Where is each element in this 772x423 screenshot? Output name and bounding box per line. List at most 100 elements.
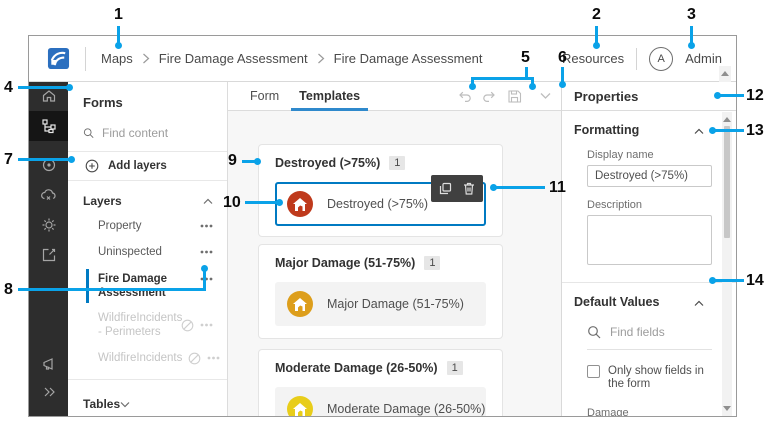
callout-number: 13: [746, 122, 764, 140]
tab-form[interactable]: Form: [240, 82, 289, 111]
layer-label: WildfireIncidents - Perimeters: [98, 311, 170, 339]
offline-icon[interactable]: [29, 181, 68, 209]
callout-number: 14: [746, 272, 764, 290]
template-label: Destroyed (>75%): [327, 197, 428, 211]
duplicate-icon[interactable]: [439, 182, 452, 195]
redo-icon[interactable]: [481, 88, 497, 104]
callout-number: 10: [223, 194, 241, 212]
default-values-section-header[interactable]: Default Values: [562, 283, 736, 309]
tab-label: Form: [250, 89, 279, 103]
group-title: Major Damage (51-75%): [275, 256, 415, 270]
avatar[interactable]: A: [649, 47, 673, 71]
callout-number: 3: [687, 6, 696, 24]
search-icon: [83, 126, 94, 140]
options-menu-icon[interactable]: [200, 323, 213, 327]
scroll-up-arrow[interactable]: [721, 71, 729, 76]
default-values-section-label: Default Values: [574, 295, 659, 309]
group-count-badge: 1: [447, 361, 463, 375]
formatting-section-label: Formatting: [574, 123, 639, 137]
chevron-up-icon: [203, 198, 213, 205]
breadcrumb: Maps Fire Damage Assessment Fire Damage …: [101, 51, 562, 66]
group-title: Moderate Damage (26-50%): [275, 361, 438, 375]
editor-toolbar: [456, 88, 557, 104]
layers-section-header[interactable]: Layers: [83, 194, 213, 208]
templates-canvas: Destroyed (>75%) 1 Destroyed (>75%): [228, 111, 561, 416]
callout-number: 9: [228, 152, 237, 170]
scrollbar-thumb[interactable]: [724, 126, 730, 238]
header-right: Resources A Admin: [562, 47, 722, 71]
options-menu-icon[interactable]: [200, 224, 213, 228]
layer-item-property[interactable]: Property: [68, 214, 227, 238]
save-icon[interactable]: [506, 88, 522, 104]
options-menu-icon[interactable]: [200, 250, 213, 254]
not-supported-icon: [181, 319, 194, 332]
plus-circle-icon: [85, 159, 99, 173]
options-menu-icon[interactable]: [207, 356, 220, 360]
add-layers-label: Add layers: [108, 160, 167, 172]
checkbox-unchecked[interactable]: [587, 365, 600, 378]
group-title: Destroyed (>75%): [275, 156, 380, 170]
checkbox-label: Only show fields in the form: [608, 365, 722, 391]
damage-field-label: Damage: [587, 407, 712, 416]
forms-panel-title: Forms: [83, 95, 212, 110]
tab-templates[interactable]: Templates: [289, 82, 370, 111]
scroll-up-arrow[interactable]: [723, 117, 731, 122]
find-fields-search[interactable]: [587, 325, 712, 350]
announcement-icon[interactable]: [29, 350, 68, 378]
burned-house-icon: [293, 298, 307, 311]
scroll-down-arrow[interactable]: [723, 406, 731, 411]
card-hover-toolbar: [431, 175, 483, 202]
template-group-destroyed: Destroyed (>75%) 1 Destroyed (>75%): [258, 144, 503, 237]
chevron-right-icon: [142, 53, 150, 64]
settings-icon[interactable]: [29, 211, 68, 239]
search-input[interactable]: [610, 325, 700, 339]
breadcrumb-map-name[interactable]: Fire Damage Assessment: [159, 51, 308, 66]
group-count-badge: 1: [389, 156, 405, 170]
breadcrumb-maps[interactable]: Maps: [101, 51, 133, 66]
chevron-right-icon: [317, 53, 325, 64]
template-card-moderate[interactable]: Moderate Damage (26-50%): [275, 387, 486, 416]
divider: [68, 379, 227, 380]
callout-number: 8: [4, 281, 13, 299]
find-content-search[interactable]: [83, 126, 212, 140]
layer-item-wildfire-incidents[interactable]: WildfireIncidents: [68, 346, 227, 370]
share-icon[interactable]: [29, 241, 68, 269]
tables-section-header[interactable]: Tables: [83, 392, 213, 416]
layer-label: WildfireIncidents: [98, 351, 182, 365]
header-divider: [636, 48, 637, 70]
not-supported-icon: [188, 352, 201, 365]
chevron-down-icon[interactable]: [537, 88, 553, 104]
scrollbar-vertical[interactable]: [722, 112, 732, 416]
template-group-moderate: Moderate Damage (26-50%) 1 Moderate Dama…: [258, 349, 503, 416]
delete-icon[interactable]: [463, 182, 475, 195]
left-icon-rail: [29, 82, 68, 416]
callout-number: 4: [4, 79, 13, 97]
tab-label: Templates: [299, 89, 360, 103]
templates-panel: Form Templates: [228, 82, 562, 416]
options-menu-icon[interactable]: [200, 277, 213, 281]
search-input[interactable]: [102, 126, 212, 140]
header-divider: [85, 47, 86, 71]
undo-icon[interactable]: [456, 88, 472, 104]
template-label: Major Damage (51-75%): [327, 297, 464, 311]
template-card-major[interactable]: Major Damage (51-75%): [275, 282, 486, 326]
tables-section-label: Tables: [83, 397, 120, 411]
resources-link[interactable]: Resources: [562, 51, 624, 66]
only-show-fields-checkbox-row[interactable]: Only show fields in the form: [587, 365, 722, 391]
template-symbol: [287, 396, 313, 416]
collapse-panel-icon[interactable]: [29, 378, 68, 406]
display-name-field[interactable]: [587, 165, 712, 187]
layer-label: Fire Damage Assessment: [98, 272, 174, 300]
chevron-up-icon: [694, 128, 704, 135]
layer-item-uninspected[interactable]: Uninspected: [68, 240, 227, 264]
account-menu[interactable]: Admin: [685, 51, 722, 66]
template-symbol: [287, 191, 313, 217]
screenshot-root: Maps Fire Damage Assessment Fire Damage …: [0, 0, 772, 423]
group-count-badge: 1: [424, 256, 440, 270]
layer-item-wildfire-perimeters[interactable]: WildfireIncidents - Perimeters: [68, 308, 227, 342]
forms-icon[interactable]: [29, 111, 68, 141]
description-field[interactable]: [587, 215, 712, 265]
template-card-destroyed[interactable]: Destroyed (>75%): [275, 182, 486, 226]
add-layers-button[interactable]: Add layers: [68, 151, 227, 181]
geofence-icon[interactable]: [29, 151, 68, 179]
